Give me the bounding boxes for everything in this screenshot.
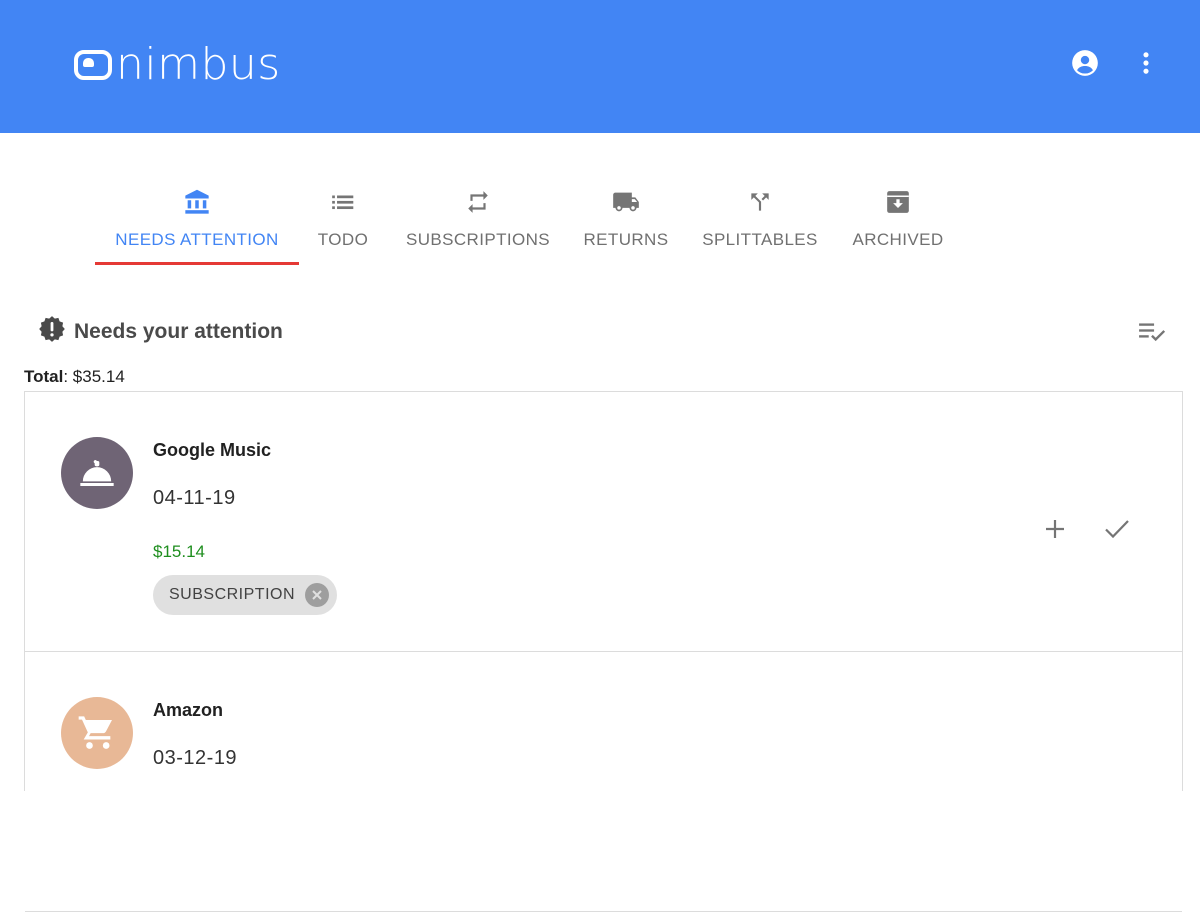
- app-bar: nimbus: [0, 0, 1200, 133]
- transaction-card[interactable]: Amazon 03-12-19: [25, 652, 1182, 912]
- merchant-name: Google Music: [153, 440, 272, 460]
- section-title: Needs your attention: [74, 319, 283, 343]
- total-label: Total: [24, 367, 64, 386]
- tab-label: SUBSCRIPTIONS: [405, 230, 551, 249]
- tab-splittables[interactable]: SPLITTABLES: [694, 180, 826, 266]
- list-icon: [330, 180, 356, 224]
- tab-label: ARCHIVED: [852, 230, 944, 249]
- bank-icon: [183, 180, 211, 224]
- tab-needs-attention[interactable]: NEEDS ATTENTION: [95, 180, 299, 266]
- total-value: : $35.14: [63, 367, 125, 386]
- logo-cloud-icon: [74, 50, 112, 80]
- repeat-icon: [465, 180, 491, 224]
- tag-chip: SUBSCRIPTION: [153, 575, 338, 615]
- merchant-name: Amazon: [153, 700, 224, 720]
- tab-todo[interactable]: TODO: [303, 180, 383, 266]
- archive-icon: [885, 180, 911, 224]
- truck-icon: [611, 180, 641, 224]
- transaction-amount: $15.14: [153, 542, 205, 561]
- section-header: Needs your attention: [38, 315, 283, 348]
- close-icon[interactable]: [305, 583, 330, 607]
- tab-label: RETURNS: [583, 230, 669, 249]
- tab-returns[interactable]: RETURNS: [578, 180, 674, 266]
- playlist-check-icon[interactable]: [1138, 320, 1168, 349]
- transaction-card[interactable]: Google Music 04-11-19 $15.14 SUBSCRIPTIO…: [25, 392, 1182, 652]
- tab-archived[interactable]: ARCHIVED: [844, 180, 952, 266]
- active-tab-indicator: [95, 262, 299, 265]
- check-icon[interactable]: [1102, 514, 1132, 544]
- app-name: nimbus: [116, 39, 281, 90]
- total-amount: Total: $35.14: [24, 367, 125, 387]
- transaction-list: Google Music 04-11-19 $15.14 SUBSCRIPTIO…: [24, 391, 1183, 912]
- account-circle-icon[interactable]: [1071, 49, 1099, 77]
- more-vert-icon[interactable]: [1132, 49, 1160, 77]
- alert-badge-icon: [38, 315, 66, 348]
- room-service-icon: [61, 437, 133, 509]
- call-split-icon: [747, 180, 773, 224]
- tag-label: SUBSCRIPTION: [169, 586, 296, 603]
- tab-label: TODO: [317, 230, 369, 249]
- add-icon[interactable]: [1040, 514, 1070, 544]
- transaction-date: 04-11-19: [153, 487, 236, 509]
- tab-subscriptions[interactable]: SUBSCRIPTIONS: [398, 180, 558, 266]
- transaction-date: 03-12-19: [153, 747, 238, 769]
- tab-label: NEEDS ATTENTION: [115, 230, 279, 249]
- tab-bar: NEEDS ATTENTION TODO SUBSCRIPTIONS RETUR…: [0, 180, 1200, 270]
- tab-label: SPLITTABLES: [702, 230, 818, 249]
- app-logo[interactable]: nimbus: [74, 40, 281, 90]
- shopping-cart-icon: [61, 697, 133, 769]
